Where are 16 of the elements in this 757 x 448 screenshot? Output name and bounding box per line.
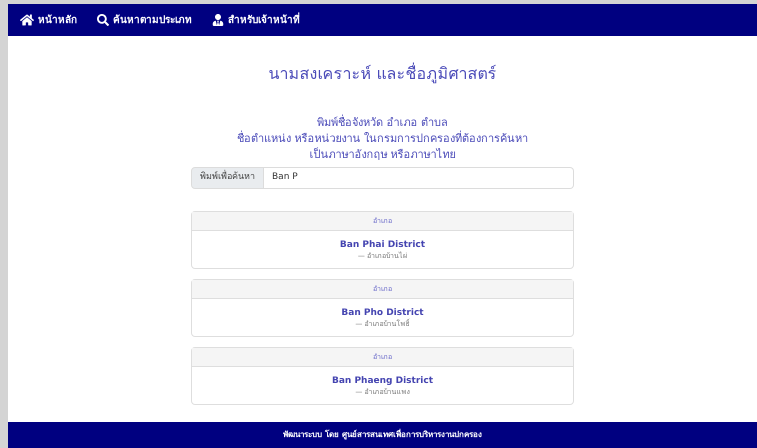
result-name[interactable]: Ban Phaeng District [332,374,433,386]
result-name[interactable]: Ban Phai District [340,238,426,250]
search-field[interactable]: Ban P [264,167,574,189]
person-icon [212,14,224,26]
description-line: พิมพ์ชื่อจังหวัด อำเภอ ตำบล [317,116,448,129]
page-title: นามสงเคราะห์ และชื่อภูมิศาสตร์ [268,62,497,86]
search-label: พิมพ์เพื่อค้นหา [191,167,264,189]
home-icon [20,13,34,27]
nav-link[interactable]: ค้นหาตามประเภท [97,12,192,28]
description-line: ชื่อตำแหน่ง หรือหน่วยงาน ในกรมการปกครองที่ต้องการค้นหา [237,132,528,145]
footer-text: พัฒนาระบบ โดย ศูนย์สารสนเทศเพื่อการบริหารงานปกครอง [283,429,482,441]
search-icon [97,14,109,26]
nav-link[interactable]: สำหรับเจ้าหน้าที่ [212,12,300,28]
description-line: เป็นภาษาอังกฤษ หรือภาษาไทย [309,148,456,161]
nav-link[interactable]: หน้าหลัก [20,12,77,28]
result-name[interactable]: Ban Pho District [341,306,424,318]
